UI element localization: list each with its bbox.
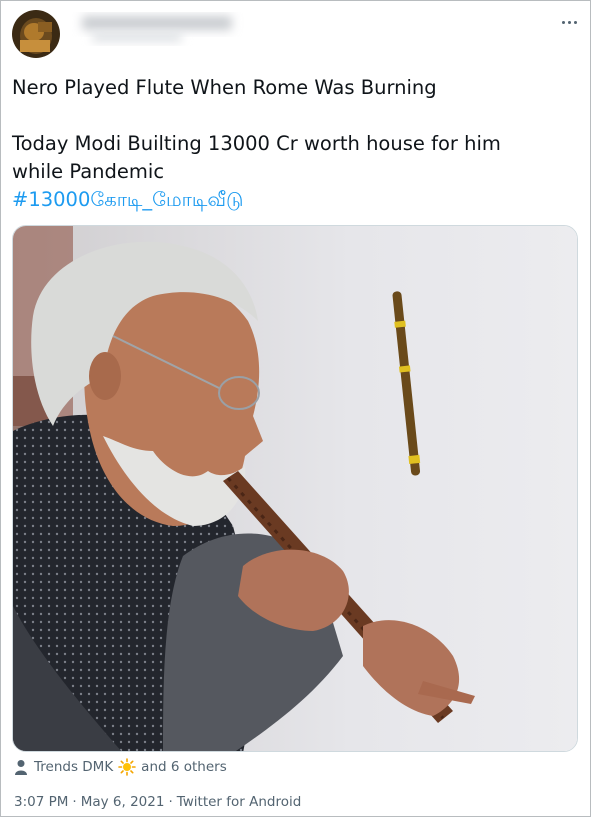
person-icon: [15, 760, 27, 775]
tweet-source-link[interactable]: Twitter for Android: [177, 794, 302, 810]
meta-separator: ·: [168, 794, 173, 810]
trends-suffix: and 6 others: [141, 759, 227, 775]
trends-prefix: Trends DMK: [34, 759, 114, 775]
tweet-line-2: Today Modi Builting 13000 Cr worth house…: [12, 132, 501, 155]
tweet-time-link[interactable]: 3:07 PM: [14, 794, 68, 810]
photo-man-playing-flute-icon: [13, 226, 577, 751]
more-dot-icon: [567, 20, 571, 24]
hashtag-link[interactable]: #13000கோடி_மோடிவீடு: [12, 186, 572, 214]
tweet-meta: 3:07 PM · May 6, 2021 · Twitter for Andr…: [14, 792, 301, 812]
meta-separator: ·: [72, 794, 77, 810]
profile-photo-icon: [12, 10, 60, 58]
tweet-line-3: while Pandemic: [12, 160, 165, 183]
tweet-text: Nero Played Flute When Rome Was Burning …: [12, 74, 572, 214]
tweet-photo[interactable]: [12, 225, 578, 752]
trends-row[interactable]: Trends DMK and 6 others: [14, 756, 227, 778]
tweet-line-1: Nero Played Flute When Rome Was Burning: [12, 76, 437, 99]
more-options-button[interactable]: [556, 12, 582, 32]
more-dot-icon: [561, 20, 565, 24]
author-name-obscured[interactable]: [72, 12, 244, 46]
tweet-date-link[interactable]: May 6, 2021: [81, 794, 165, 810]
more-dot-icon: [573, 20, 577, 24]
author-avatar[interactable]: [12, 10, 60, 58]
sun-icon: [118, 758, 136, 776]
